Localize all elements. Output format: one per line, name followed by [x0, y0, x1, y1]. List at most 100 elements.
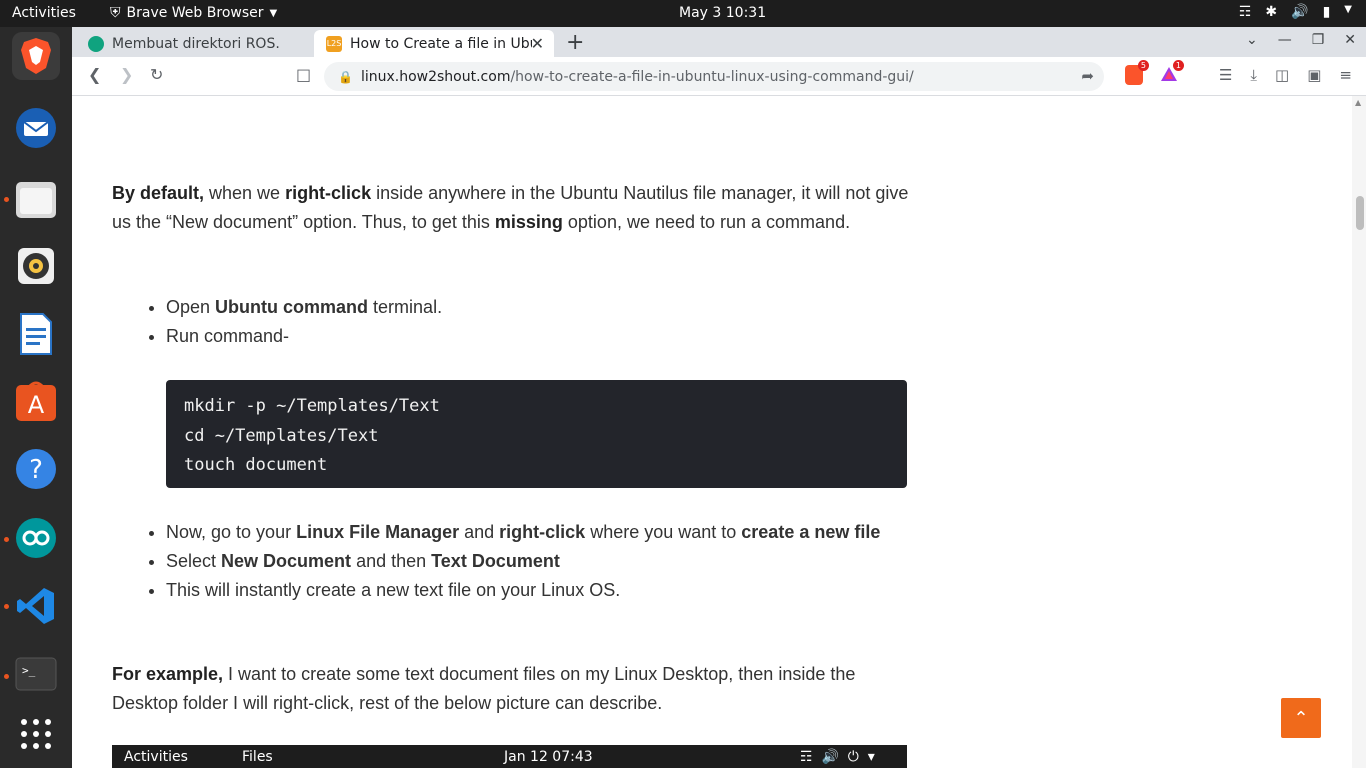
brave-shields-icon[interactable]: 5	[1125, 60, 1149, 85]
thunderbird-icon[interactable]	[12, 104, 60, 152]
embedded-clock: Jan 12 07:43	[504, 749, 593, 765]
tab-title: How to Create a file in Ubu	[350, 35, 532, 52]
url-path: /how-to-create-a-file-in-ubuntu-linux-us…	[510, 68, 914, 85]
url-host: linux.how2shout.com	[360, 68, 511, 85]
bold-text: New Document	[221, 551, 352, 571]
new-tab-icon[interactable]: +	[566, 30, 584, 55]
bold-text: Linux File Manager	[296, 522, 460, 542]
code-line: mkdir -p ~/Templates/Text	[184, 396, 440, 416]
wallet-icon[interactable]: ▣	[1307, 66, 1321, 84]
intro-paragraph: By default, when we right-click inside a…	[112, 179, 912, 237]
battery-icon[interactable]: ▮	[1323, 4, 1331, 20]
steps-list-2: Now, go to your Linux File Manager and r…	[166, 518, 916, 605]
scroll-up-arrow-icon[interactable]: ▲	[1355, 98, 1361, 107]
list-item: Open Ubuntu command terminal.	[166, 293, 916, 322]
code-line: touch document	[184, 455, 328, 475]
embedded-screenshot: Activities Files Jan 12 07:43 ☶ 🔊 ⏻ ▾	[112, 745, 907, 768]
svg-text:A: A	[28, 391, 45, 419]
activities-button[interactable]: Activities	[12, 5, 76, 21]
chevron-down-icon: ▼	[269, 7, 278, 19]
reload-icon[interactable]: ↻	[150, 65, 163, 84]
vscode-icon[interactable]	[12, 582, 60, 630]
text: Select	[166, 551, 222, 571]
scroll-to-top-button[interactable]: ⌃	[1281, 698, 1321, 738]
maximize-icon[interactable]: ❐	[1312, 32, 1325, 48]
text: terminal.	[368, 297, 443, 317]
share-icon[interactable]: ➦	[1081, 67, 1094, 85]
network-icon[interactable]: ☶	[1239, 4, 1252, 20]
bold-text: For example,	[112, 664, 224, 684]
text: Open	[166, 297, 216, 317]
tab-search-chevron-icon[interactable]: ⌄	[1246, 32, 1258, 48]
libreoffice-writer-icon[interactable]	[12, 310, 60, 358]
show-applications-icon[interactable]	[12, 710, 60, 758]
playlist-icon[interactable]: ☰	[1219, 66, 1232, 84]
lock-icon[interactable]: 🔒	[338, 70, 353, 84]
l2s-favicon-icon: L2S	[326, 35, 342, 52]
app-menu-label: Brave Web Browser	[126, 5, 264, 21]
window-controls: ⌄ — ❐ ✕	[1246, 32, 1356, 48]
address-bar[interactable]: 🔒 linux.how2shout.com/how-to-create-a-fi…	[324, 62, 1104, 91]
text: where you want to	[585, 522, 742, 542]
clock[interactable]: May 3 10:31	[679, 5, 766, 21]
bluetooth-icon[interactable]: ✱	[1265, 4, 1277, 20]
minimize-icon[interactable]: —	[1278, 32, 1292, 48]
back-icon[interactable]: ❮	[88, 65, 101, 84]
code-line: cd ~/Templates/Text	[184, 425, 379, 446]
system-top-bar: Activities ⛨ Brave Web Browser ▼ May 3 1…	[0, 0, 1366, 27]
brave-rewards-icon[interactable]: 1	[1160, 60, 1184, 85]
svg-text:?: ?	[29, 455, 43, 485]
list-item: This will instantly create a new text fi…	[166, 576, 916, 605]
dock: A ? >_	[0, 27, 72, 768]
tab-how-to-create-file[interactable]: L2S How to Create a file in Ubu ✕	[314, 30, 554, 57]
running-indicator	[4, 537, 9, 542]
scrollbar-thumb[interactable]	[1356, 196, 1364, 230]
page-scrollbar[interactable]: ▲	[1352, 96, 1366, 768]
terminal-icon[interactable]: >_	[12, 650, 60, 698]
chevron-down-icon[interactable]: ▼	[1344, 4, 1352, 20]
list-item: Run command-	[166, 322, 916, 351]
app-menu[interactable]: ⛨ Brave Web Browser ▼	[110, 5, 277, 21]
download-icon[interactable]: ⤓	[1250, 66, 1257, 84]
shields-count-badge: 5	[1137, 60, 1149, 71]
embedded-files-menu: Files	[242, 749, 273, 765]
bold-text: right-click	[285, 183, 372, 203]
brave-icon[interactable]	[12, 32, 60, 80]
menu-icon[interactable]: ≡	[1339, 66, 1352, 84]
bold-text: create a new file	[741, 522, 881, 542]
list-item: Now, go to your Linux File Manager and r…	[166, 518, 916, 547]
bold-text: missing	[494, 212, 563, 232]
sidebar-icon[interactable]: ◫	[1275, 66, 1289, 84]
volume-icon[interactable]: 🔊	[1291, 4, 1308, 20]
embedded-activities: Activities	[124, 749, 188, 765]
tab-title: Membuat direktori ROS.	[112, 35, 280, 52]
files-icon[interactable]	[12, 176, 60, 224]
help-icon[interactable]: ?	[12, 445, 60, 493]
browser-toolbar: ❮ ❯ ↻ □ 🔒 linux.how2shout.com/how-to-cre…	[72, 57, 1366, 96]
embedded-tray-icons: ☶ 🔊 ⏻ ▾	[800, 749, 875, 765]
article-content: By default, when we right-click inside a…	[72, 96, 1352, 768]
running-indicator	[4, 674, 9, 679]
rhythmbox-icon[interactable]	[12, 242, 60, 290]
close-window-icon[interactable]: ✕	[1344, 32, 1356, 48]
software-center-icon[interactable]: A	[12, 377, 60, 425]
forward-icon[interactable]: ❯	[120, 65, 133, 84]
bold-text: Text Document	[431, 551, 560, 571]
chevron-up-icon: ⌃	[1293, 707, 1309, 728]
arduino-icon[interactable]	[12, 514, 60, 562]
bookmark-icon[interactable]: □	[296, 65, 311, 84]
running-indicator	[4, 197, 9, 202]
system-tray[interactable]: ☶ ✱ 🔊 ▮ ▼	[1239, 4, 1352, 20]
text: when we	[204, 183, 286, 203]
bold-text: right-click	[499, 522, 586, 542]
steps-list-1: Open Ubuntu command terminal. Run comman…	[166, 293, 916, 351]
code-block[interactable]: mkdir -p ~/Templates/Text cd ~/Templates…	[166, 380, 907, 488]
brave-lion-icon: ⛨	[110, 5, 121, 21]
rewards-count-badge: 1	[1172, 60, 1184, 71]
tab-membuat-direktori[interactable]: Membuat direktori ROS.	[76, 30, 312, 57]
close-tab-icon[interactable]: ✕	[531, 34, 544, 53]
text: Now, go to your	[166, 522, 297, 542]
text: I want to create some text document file…	[112, 664, 856, 713]
tab-strip: Membuat direktori ROS. L2S How to Create…	[72, 27, 1366, 57]
toolbar-actions: ☰ ⤓ ◫ ▣ ≡	[1219, 66, 1352, 84]
